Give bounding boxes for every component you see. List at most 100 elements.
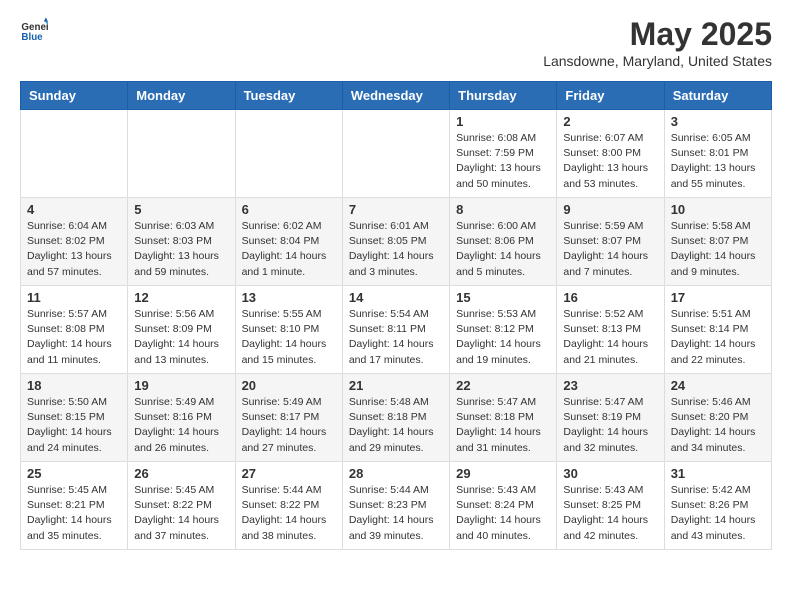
calendar-cell: 7Sunrise: 6:01 AM Sunset: 8:05 PM Daylig… xyxy=(342,198,449,286)
calendar-cell: 26 Sunrise: 5:45 AM Sunset: 8:22 PM Dayli… xyxy=(128,462,235,550)
calendar-cell: 8 Sunrise: 6:00 AM Sunset: 8:06 PM Daylig… xyxy=(450,198,557,286)
day-number: 18 xyxy=(27,378,121,393)
day-info: Sunrise: 5:53 AM Sunset: 8:12 PM Dayligh… xyxy=(456,307,550,368)
day-info: Sunrise: 5:43 AM Sunset: 8:25 PM Dayligh… xyxy=(563,483,657,544)
day-number: 24 xyxy=(671,378,765,393)
day-number: 3 xyxy=(671,114,765,129)
day-info: Sunrise: 5:44 AM Sunset: 8:22 PM Dayligh… xyxy=(242,483,336,544)
day-number: 14 xyxy=(349,290,443,305)
calendar-cell: 1 Sunrise: 6:08 AM Sunset: 7:59 PM Daylig… xyxy=(450,110,557,198)
calendar-cell: 31 Sunrise: 5:42 AM Sunset: 8:26 PM Dayli… xyxy=(664,462,771,550)
day-info: Sunrise: 5:49 AM Sunset: 8:16 PM Dayligh… xyxy=(134,395,228,456)
calendar-cell xyxy=(21,110,128,198)
day-number: 19 xyxy=(134,378,228,393)
weekday-header-saturday: Saturday xyxy=(664,82,771,110)
day-info: Sunrise: 6:03 AM Sunset: 8:03 PM Dayligh… xyxy=(134,219,228,280)
calendar-cell: 24 Sunrise: 5:46 AM Sunset: 8:20 PM Dayli… xyxy=(664,374,771,462)
day-info: Sunrise: 6:04 AM Sunset: 8:02 PM Dayligh… xyxy=(27,219,121,280)
weekday-header-monday: Monday xyxy=(128,82,235,110)
day-info: Sunrise: 5:42 AM Sunset: 8:26 PM Dayligh… xyxy=(671,483,765,544)
day-info: Sunrise: 5:47 AM Sunset: 8:18 PM Dayligh… xyxy=(456,395,550,456)
title-area: May 2025 Lansdowne, Maryland, United Sta… xyxy=(543,16,772,69)
day-number: 26 xyxy=(134,466,228,481)
header: General Blue May 2025 Lansdowne, Marylan… xyxy=(20,16,772,69)
day-info: Sunrise: 5:49 AM Sunset: 8:17 PM Dayligh… xyxy=(242,395,336,456)
day-number: 6 xyxy=(242,202,336,217)
day-info: Sunrise: 5:57 AM Sunset: 8:08 PM Dayligh… xyxy=(27,307,121,368)
day-number: 4 xyxy=(27,202,121,217)
day-info: Sunrise: 6:08 AM Sunset: 7:59 PM Dayligh… xyxy=(456,131,550,192)
day-number: 17 xyxy=(671,290,765,305)
day-number: 2 xyxy=(563,114,657,129)
calendar-cell: 29Sunrise: 5:43 AM Sunset: 8:24 PM Dayli… xyxy=(450,462,557,550)
calendar-cell: 14 Sunrise: 5:54 AM Sunset: 8:11 PM Dayli… xyxy=(342,286,449,374)
day-number: 15 xyxy=(456,290,550,305)
week-row-5: 25 Sunrise: 5:45 AM Sunset: 8:21 PM Dayli… xyxy=(21,462,772,550)
weekday-header-row: SundayMondayTuesdayWednesdayThursdayFrid… xyxy=(21,82,772,110)
calendar-cell: 17 Sunrise: 5:51 AM Sunset: 8:14 PM Dayli… xyxy=(664,286,771,374)
day-number: 21 xyxy=(349,378,443,393)
day-info: Sunrise: 5:46 AM Sunset: 8:20 PM Dayligh… xyxy=(671,395,765,456)
calendar-cell: 18Sunrise: 5:50 AM Sunset: 8:15 PM Dayli… xyxy=(21,374,128,462)
day-info: Sunrise: 6:07 AM Sunset: 8:00 PM Dayligh… xyxy=(563,131,657,192)
week-row-3: 11 Sunrise: 5:57 AM Sunset: 8:08 PM Dayli… xyxy=(21,286,772,374)
week-row-1: 1 Sunrise: 6:08 AM Sunset: 7:59 PM Daylig… xyxy=(21,110,772,198)
day-info: Sunrise: 5:51 AM Sunset: 8:14 PM Dayligh… xyxy=(671,307,765,368)
calendar-cell xyxy=(342,110,449,198)
day-number: 27 xyxy=(242,466,336,481)
calendar-cell: 19 Sunrise: 5:49 AM Sunset: 8:16 PM Dayli… xyxy=(128,374,235,462)
calendar-cell: 2 Sunrise: 6:07 AM Sunset: 8:00 PM Daylig… xyxy=(557,110,664,198)
day-info: Sunrise: 5:54 AM Sunset: 8:11 PM Dayligh… xyxy=(349,307,443,368)
day-info: Sunrise: 6:00 AM Sunset: 8:06 PM Dayligh… xyxy=(456,219,550,280)
day-number: 1 xyxy=(456,114,550,129)
main-title: May 2025 xyxy=(543,16,772,53)
day-info: Sunrise: 5:59 AM Sunset: 8:07 PM Dayligh… xyxy=(563,219,657,280)
weekday-header-tuesday: Tuesday xyxy=(235,82,342,110)
day-info: Sunrise: 5:58 AM Sunset: 8:07 PM Dayligh… xyxy=(671,219,765,280)
calendar-cell: 20Sunrise: 5:49 AM Sunset: 8:17 PM Dayli… xyxy=(235,374,342,462)
week-row-4: 18Sunrise: 5:50 AM Sunset: 8:15 PM Dayli… xyxy=(21,374,772,462)
calendar-cell: 5 Sunrise: 6:03 AM Sunset: 8:03 PM Daylig… xyxy=(128,198,235,286)
day-number: 8 xyxy=(456,202,550,217)
day-number: 13 xyxy=(242,290,336,305)
day-number: 11 xyxy=(27,290,121,305)
day-number: 5 xyxy=(134,202,228,217)
day-info: Sunrise: 5:45 AM Sunset: 8:22 PM Dayligh… xyxy=(134,483,228,544)
calendar-cell: 15 Sunrise: 5:53 AM Sunset: 8:12 PM Dayli… xyxy=(450,286,557,374)
logo-icon: General Blue xyxy=(20,16,48,44)
day-info: Sunrise: 5:47 AM Sunset: 8:19 PM Dayligh… xyxy=(563,395,657,456)
day-number: 23 xyxy=(563,378,657,393)
calendar-table: SundayMondayTuesdayWednesdayThursdayFrid… xyxy=(20,81,772,550)
day-number: 12 xyxy=(134,290,228,305)
svg-text:Blue: Blue xyxy=(21,32,43,43)
day-info: Sunrise: 6:05 AM Sunset: 8:01 PM Dayligh… xyxy=(671,131,765,192)
calendar-cell: 9 Sunrise: 5:59 AM Sunset: 8:07 PM Daylig… xyxy=(557,198,664,286)
calendar-cell: 6Sunrise: 6:02 AM Sunset: 8:04 PM Daylig… xyxy=(235,198,342,286)
weekday-header-sunday: Sunday xyxy=(21,82,128,110)
calendar-cell: 27 Sunrise: 5:44 AM Sunset: 8:22 PM Dayli… xyxy=(235,462,342,550)
calendar-cell: 22Sunrise: 5:47 AM Sunset: 8:18 PM Dayli… xyxy=(450,374,557,462)
weekday-header-thursday: Thursday xyxy=(450,82,557,110)
calendar-cell: 23 Sunrise: 5:47 AM Sunset: 8:19 PM Dayli… xyxy=(557,374,664,462)
day-number: 10 xyxy=(671,202,765,217)
calendar-cell: 4 Sunrise: 6:04 AM Sunset: 8:02 PM Daylig… xyxy=(21,198,128,286)
day-number: 31 xyxy=(671,466,765,481)
weekday-header-friday: Friday xyxy=(557,82,664,110)
calendar-cell: 21Sunrise: 5:48 AM Sunset: 8:18 PM Dayli… xyxy=(342,374,449,462)
day-info: Sunrise: 5:45 AM Sunset: 8:21 PM Dayligh… xyxy=(27,483,121,544)
calendar-cell: 12 Sunrise: 5:56 AM Sunset: 8:09 PM Dayli… xyxy=(128,286,235,374)
subtitle: Lansdowne, Maryland, United States xyxy=(543,53,772,69)
day-number: 30 xyxy=(563,466,657,481)
calendar-cell xyxy=(128,110,235,198)
day-info: Sunrise: 5:44 AM Sunset: 8:23 PM Dayligh… xyxy=(349,483,443,544)
day-info: Sunrise: 5:43 AM Sunset: 8:24 PM Dayligh… xyxy=(456,483,550,544)
day-number: 9 xyxy=(563,202,657,217)
calendar-cell xyxy=(235,110,342,198)
day-number: 16 xyxy=(563,290,657,305)
week-row-2: 4 Sunrise: 6:04 AM Sunset: 8:02 PM Daylig… xyxy=(21,198,772,286)
day-number: 25 xyxy=(27,466,121,481)
day-info: Sunrise: 5:52 AM Sunset: 8:13 PM Dayligh… xyxy=(563,307,657,368)
day-info: Sunrise: 6:01 AM Sunset: 8:05 PM Dayligh… xyxy=(349,219,443,280)
day-info: Sunrise: 5:56 AM Sunset: 8:09 PM Dayligh… xyxy=(134,307,228,368)
calendar-cell: 13Sunrise: 5:55 AM Sunset: 8:10 PM Dayli… xyxy=(235,286,342,374)
